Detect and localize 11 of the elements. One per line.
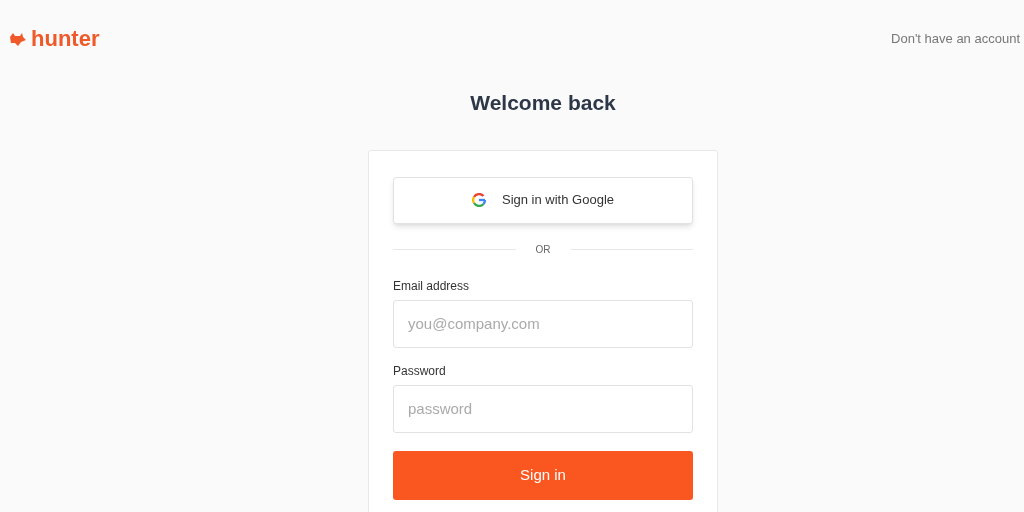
or-divider-text: OR [535,242,551,257]
input-field[interactable]: password [393,384,693,433]
input-field[interactable]: you@company.com [393,299,693,348]
google-icon [472,193,486,207]
field-label: Email address [393,277,471,295]
google-signin-button[interactable]: Sign in with Google [393,176,693,224]
page-title: Welcome back [470,90,616,116]
signup-prompt: Don't have an account [891,30,1021,49]
field-label: Password [393,362,447,380]
logo-text: hunter [31,28,100,50]
fox-logo-icon [9,31,26,47]
